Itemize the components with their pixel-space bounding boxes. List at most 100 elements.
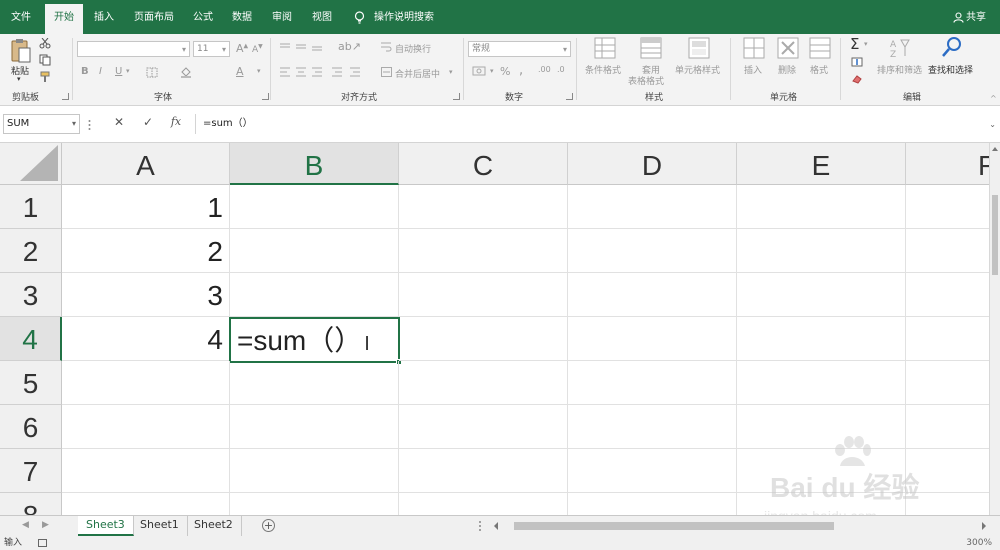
fill-color-icon[interactable] xyxy=(180,66,192,78)
cell-b4[interactable]: =sum（） I xyxy=(229,317,402,365)
tab-file[interactable]: 文件 xyxy=(11,0,31,34)
scroll-right-icon[interactable] xyxy=(982,522,986,530)
conditional-format-icon[interactable] xyxy=(594,37,616,59)
cell-f1[interactable] xyxy=(906,185,1000,229)
cell-e8[interactable] xyxy=(737,493,906,515)
sort-filter-icon[interactable]: AZ xyxy=(889,37,911,59)
row-header-1[interactable]: 1 xyxy=(0,185,62,229)
tab-home[interactable]: 开始 xyxy=(45,4,83,34)
next-sheet-icon[interactable]: ▶ xyxy=(42,520,49,530)
cell-d4[interactable] xyxy=(568,317,737,361)
cell-c3[interactable] xyxy=(399,273,568,317)
accounting-dropdown-icon[interactable]: ▾ xyxy=(490,67,494,75)
tab-data[interactable]: 数据 xyxy=(232,0,252,34)
clear-icon[interactable] xyxy=(851,74,863,84)
orientation-icon[interactable]: ab↗ xyxy=(338,40,361,53)
increase-decimal-icon[interactable]: .00 xyxy=(538,65,551,74)
shrink-font-icon[interactable]: A▼ xyxy=(252,43,263,55)
cell-e3[interactable] xyxy=(737,273,906,317)
cell-a2[interactable]: 2 xyxy=(62,229,230,273)
cell-f4[interactable] xyxy=(906,317,1000,361)
borders-icon[interactable] xyxy=(146,67,158,78)
cell-a3[interactable]: 3 xyxy=(62,273,230,317)
macro-record-icon[interactable] xyxy=(38,539,47,547)
merge-center-button[interactable]: 合并后居中 xyxy=(395,67,440,80)
font-color-icon[interactable]: A xyxy=(236,65,244,78)
cell-c2[interactable] xyxy=(399,229,568,273)
insert-function-button[interactable]: fx xyxy=(165,115,187,128)
alignment-launcher-icon[interactable] xyxy=(453,93,460,100)
format-cells-icon[interactable] xyxy=(809,37,831,59)
row-header-5[interactable]: 5 xyxy=(0,361,62,405)
cell-a1[interactable]: 1 xyxy=(62,185,230,229)
share-button[interactable]: 共享 xyxy=(953,0,986,34)
tab-formulas[interactable]: 公式 xyxy=(193,0,213,34)
sheet-tab-sheet1[interactable]: Sheet1 xyxy=(132,516,188,536)
cell-d8[interactable] xyxy=(568,493,737,515)
add-sheet-button[interactable]: + xyxy=(262,519,275,532)
cell-f6[interactable] xyxy=(906,405,1000,449)
scroll-left-icon[interactable] xyxy=(494,522,498,530)
cell-d1[interactable] xyxy=(568,185,737,229)
vertical-scrollbar[interactable] xyxy=(989,143,1000,515)
insert-cells-icon[interactable] xyxy=(743,37,765,59)
horizontal-scroll-thumb[interactable] xyxy=(514,522,834,530)
cell-e7[interactable] xyxy=(737,449,906,493)
format-as-table-icon[interactable] xyxy=(640,37,662,59)
cell-f2[interactable] xyxy=(906,229,1000,273)
name-box[interactable]: SUM ▾ xyxy=(3,114,80,134)
tab-view[interactable]: 视图 xyxy=(312,0,332,34)
cell-d3[interactable] xyxy=(568,273,737,317)
formula-input[interactable]: =sum（） xyxy=(195,114,988,134)
paste-icon[interactable] xyxy=(10,38,32,64)
tab-split-grip-icon[interactable] xyxy=(478,520,482,532)
row-header-8[interactable]: 8 xyxy=(0,493,62,515)
row-header-7[interactable]: 7 xyxy=(0,449,62,493)
horizontal-align-icons[interactable] xyxy=(280,67,364,77)
cell-b7[interactable] xyxy=(230,449,399,493)
cell-d5[interactable] xyxy=(568,361,737,405)
cell-c5[interactable] xyxy=(399,361,568,405)
row-header-3[interactable]: 3 xyxy=(0,273,62,317)
cell-d6[interactable] xyxy=(568,405,737,449)
underline-button[interactable]: U xyxy=(115,66,122,77)
cell-c4[interactable] xyxy=(399,317,568,361)
enter-entry-button[interactable]: ✓ xyxy=(137,115,159,129)
cell-f3[interactable] xyxy=(906,273,1000,317)
row-header-6[interactable]: 6 xyxy=(0,405,62,449)
column-header-e[interactable]: E xyxy=(737,143,906,185)
format-cells-button[interactable]: 格式 xyxy=(810,63,828,76)
prev-sheet-icon[interactable]: ◀ xyxy=(22,520,29,530)
tab-page-layout[interactable]: 页面布局 xyxy=(134,0,174,34)
font-size-select[interactable]: 11 ▾ xyxy=(193,41,230,57)
column-header-b[interactable]: B xyxy=(230,143,399,185)
row-header-4[interactable]: 4 xyxy=(0,317,62,361)
fill-down-icon[interactable] xyxy=(851,57,863,67)
cell-d2[interactable] xyxy=(568,229,737,273)
delete-cells-icon[interactable] xyxy=(777,37,799,59)
cancel-entry-button[interactable]: ✕ xyxy=(108,115,130,129)
cell-a4[interactable]: 4 xyxy=(62,317,230,361)
column-header-c[interactable]: C xyxy=(399,143,568,185)
zoom-level[interactable]: 300% xyxy=(966,537,992,550)
expand-formula-bar-icon[interactable]: ⌄ xyxy=(989,120,996,129)
scroll-up-icon[interactable] xyxy=(992,147,998,151)
find-select-button[interactable]: 查找和选择 xyxy=(928,63,973,76)
grow-font-icon[interactable]: A▲ xyxy=(236,42,248,55)
cell-a6[interactable] xyxy=(62,405,230,449)
sort-filter-button[interactable]: 排序和筛选 xyxy=(877,63,922,76)
collapse-ribbon-icon[interactable]: ^ xyxy=(990,94,997,103)
delete-cells-button[interactable]: 删除 xyxy=(778,63,796,76)
cell-b5[interactable] xyxy=(230,361,399,405)
autosum-dropdown-icon[interactable]: ▾ xyxy=(864,40,868,48)
cell-f7[interactable] xyxy=(906,449,1000,493)
copy-icon[interactable] xyxy=(39,54,51,66)
cell-e4[interactable] xyxy=(737,317,906,361)
row-header-2[interactable]: 2 xyxy=(0,229,62,273)
format-as-table-button[interactable]: 表格格式 xyxy=(628,74,664,87)
horizontal-scrollbar[interactable] xyxy=(490,520,988,532)
paste-dropdown-icon[interactable]: ▾ xyxy=(17,75,21,83)
wrap-text-button[interactable]: 自动换行 xyxy=(395,42,431,55)
sheet-tab-sheet3[interactable]: Sheet3 xyxy=(78,516,134,536)
column-header-d[interactable]: D xyxy=(568,143,737,185)
